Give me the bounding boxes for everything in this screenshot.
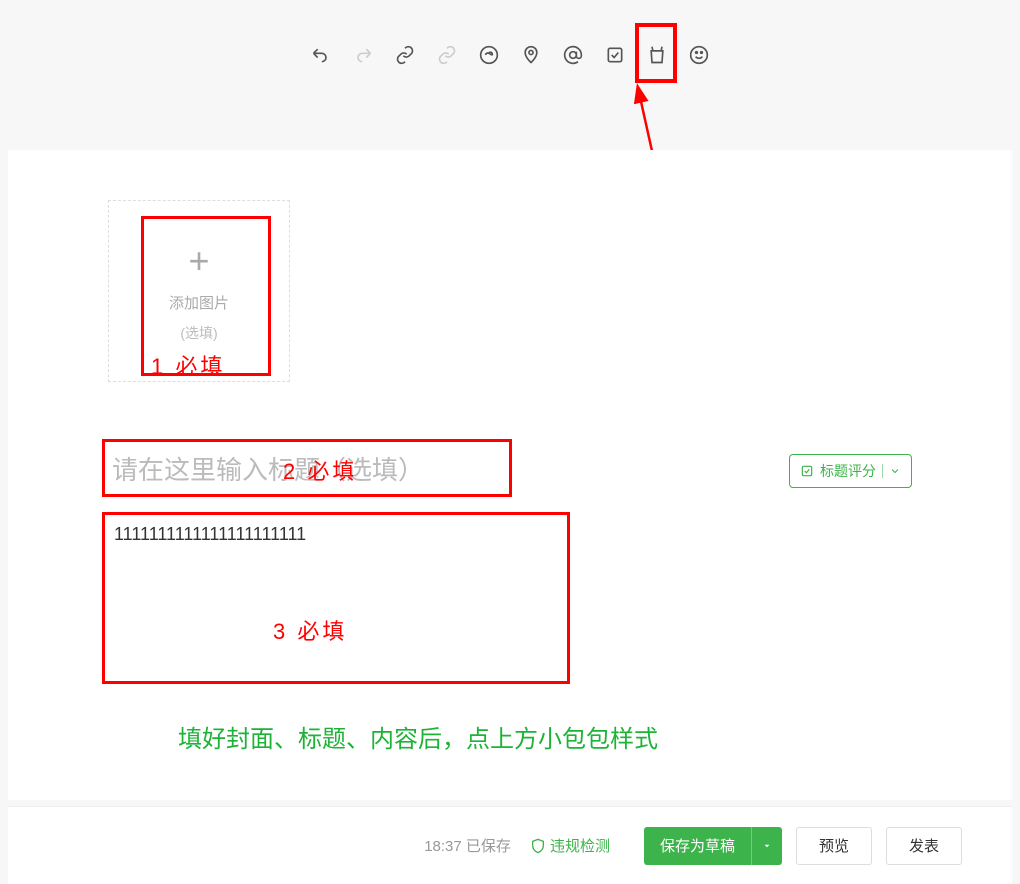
content-editor[interactable]: 1111111111111111111111: [108, 514, 570, 679]
title-input[interactable]: [108, 447, 518, 494]
annotation-label-1: 1 必填: [151, 349, 225, 381]
preview-button[interactable]: 预览: [796, 827, 872, 865]
cover-upload[interactable]: + 添加图片 (选填) 1 必填: [108, 200, 290, 382]
shop-icon[interactable]: [645, 43, 669, 67]
title-score-label: 标题评分: [820, 461, 876, 481]
save-draft-dropdown[interactable]: [751, 827, 782, 865]
redo-icon[interactable]: [351, 43, 375, 67]
mention-icon[interactable]: [561, 43, 585, 67]
link-icon[interactable]: [393, 43, 417, 67]
emoji-icon[interactable]: [687, 43, 711, 67]
editor-panel: + 添加图片 (选填) 1 必填 2 必填 标题评分 1111111111111…: [8, 150, 1012, 800]
shield-icon: [530, 838, 546, 854]
cover-add-label: 添加图片: [169, 292, 229, 313]
miniprogram-icon[interactable]: [477, 43, 501, 67]
editor-toolbar: [0, 0, 1020, 110]
location-icon[interactable]: [519, 43, 543, 67]
footer-bar: 18:37 已保存 违规检测 保存为草稿 预览 发表: [8, 806, 1012, 884]
instruction-text: 填好封面、标题、内容后，点上方小包包样式: [178, 719, 912, 754]
undo-icon[interactable]: [309, 43, 333, 67]
saved-status: 18:37 已保存: [424, 835, 511, 856]
caret-down-icon: [762, 841, 772, 851]
cover-optional-label: (选填): [180, 323, 217, 343]
vote-icon[interactable]: [603, 43, 627, 67]
score-icon: [800, 464, 814, 478]
title-score-button[interactable]: 标题评分: [789, 454, 912, 488]
plus-icon: +: [188, 240, 209, 282]
save-draft-button[interactable]: 保存为草稿: [644, 827, 782, 865]
publish-button[interactable]: 发表: [886, 827, 962, 865]
chevron-down-icon: [889, 465, 901, 477]
violation-check-button[interactable]: 违规检测: [530, 835, 610, 856]
unlink-icon[interactable]: [435, 43, 459, 67]
